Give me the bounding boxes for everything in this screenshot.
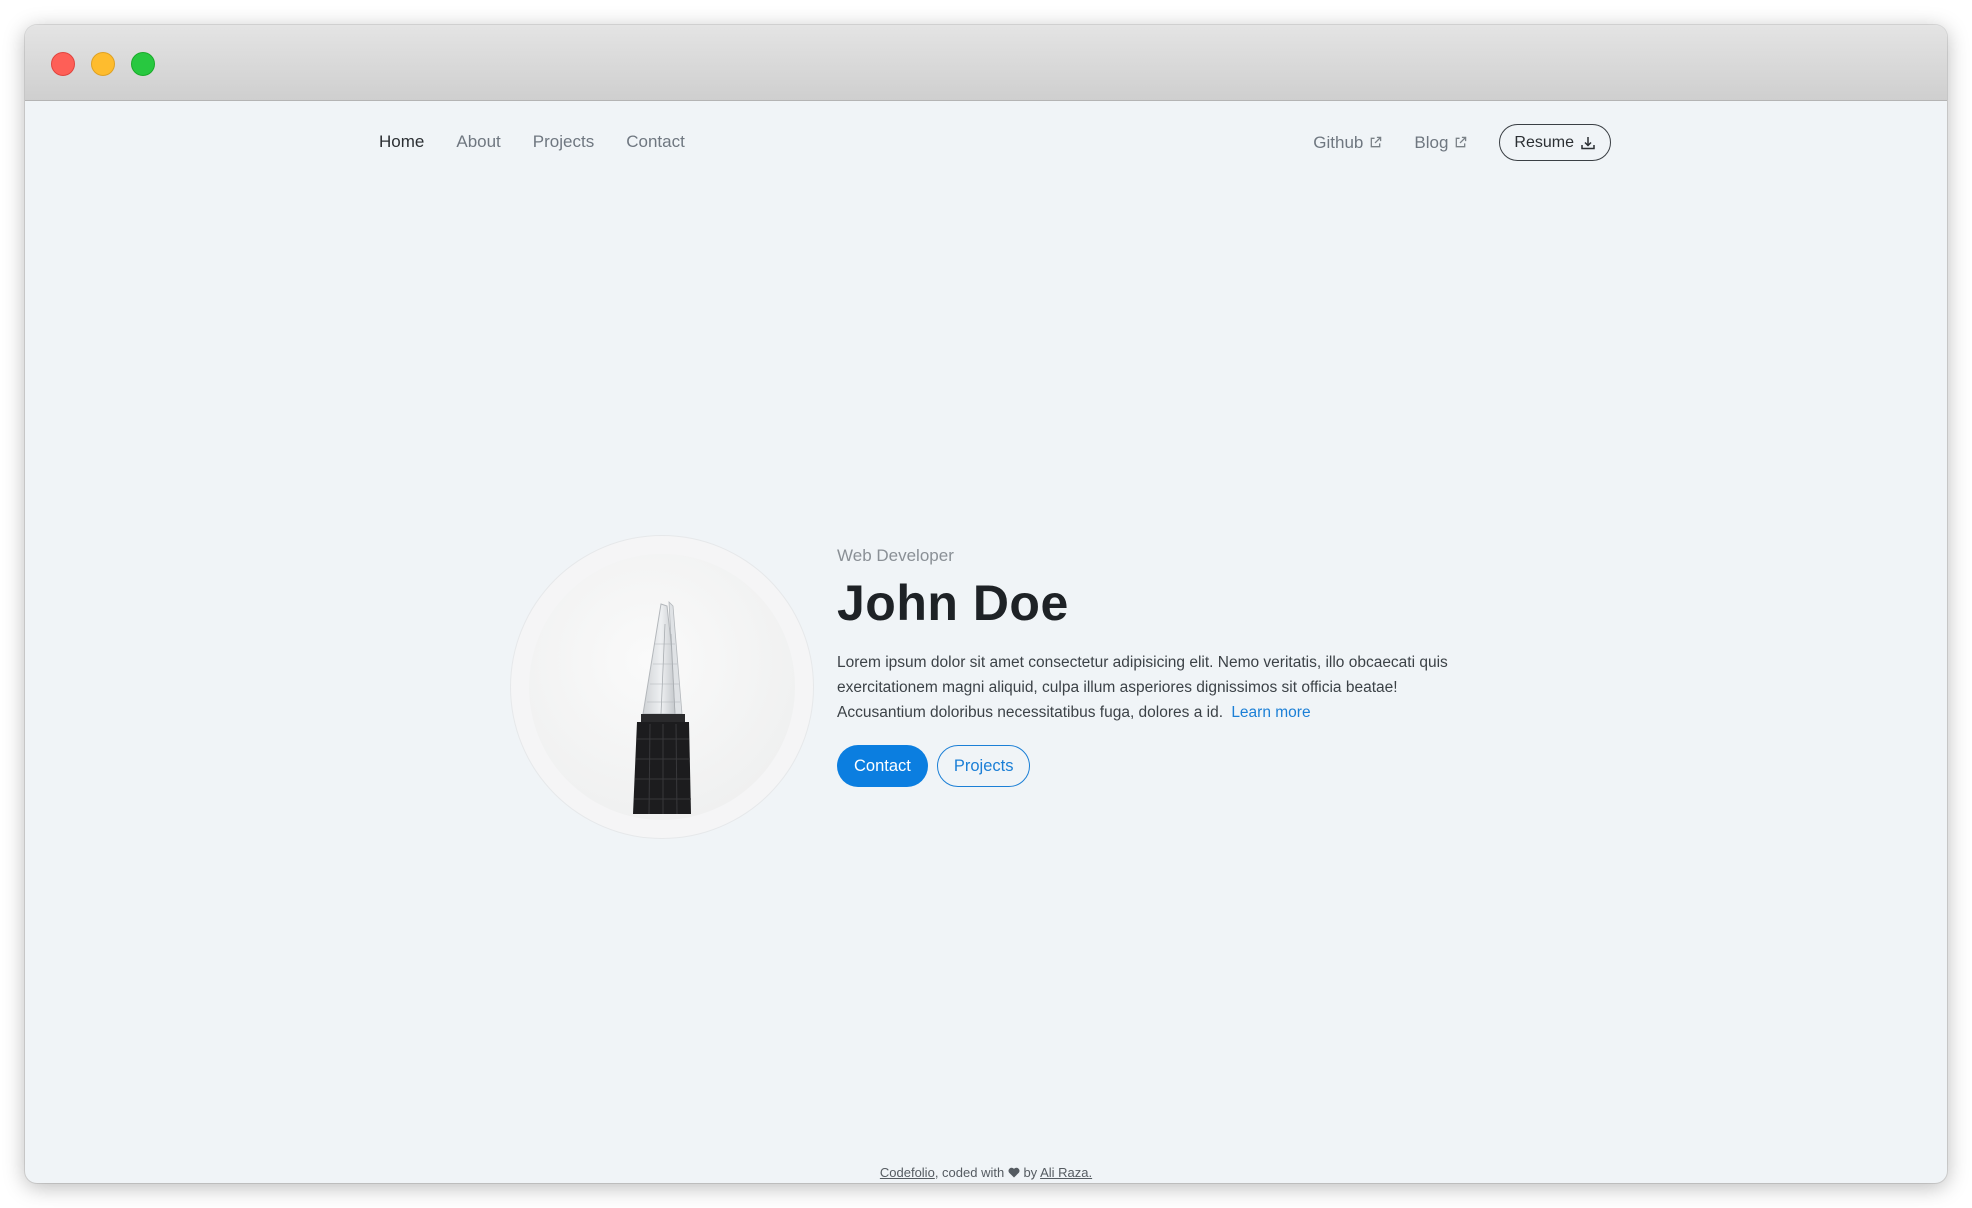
- browser-window: Home About Projects Contact Github Blog …: [25, 25, 1947, 1183]
- footer: Codefolio, coded with by Ali Raza.: [25, 1165, 1947, 1180]
- blog-link[interactable]: Blog: [1414, 133, 1467, 153]
- download-icon: [1581, 136, 1595, 149]
- resume-button[interactable]: Resume: [1499, 124, 1611, 161]
- hero-actions: Contact Projects: [837, 745, 1477, 787]
- minimize-window-button[interactable]: [91, 52, 115, 76]
- heart-icon: [1008, 1167, 1020, 1178]
- footer-site-link[interactable]: Codefolio: [880, 1165, 935, 1180]
- external-nav: Github Blog Resume: [1313, 124, 1611, 161]
- hero-intro: Web Developer John Doe Lorem ipsum dolor…: [837, 546, 1477, 787]
- projects-button[interactable]: Projects: [936, 745, 1031, 787]
- footer-coded-with: , coded with: [934, 1165, 1005, 1180]
- avatar-image: [529, 554, 795, 820]
- avatar: [511, 536, 813, 838]
- github-link[interactable]: Github: [1313, 133, 1382, 153]
- nav-home-link[interactable]: Home: [379, 132, 424, 152]
- learn-more-link[interactable]: Learn more: [1231, 704, 1310, 721]
- resume-button-label: Resume: [1514, 133, 1574, 151]
- nav-projects-link[interactable]: Projects: [533, 132, 594, 152]
- hero-subtitle: Web Developer: [837, 546, 954, 565]
- window-titlebar: [25, 25, 1947, 101]
- nav-contact-link[interactable]: Contact: [626, 132, 685, 152]
- footer-by: by: [1023, 1165, 1038, 1180]
- close-window-button[interactable]: [51, 52, 75, 76]
- maximize-window-button[interactable]: [131, 52, 155, 76]
- contact-button[interactable]: Contact: [837, 745, 928, 787]
- hero-description-text: Lorem ipsum dolor sit amet consectetur a…: [837, 654, 1448, 721]
- github-link-label: Github: [1313, 132, 1364, 152]
- page-content: Home About Projects Contact Github Blog …: [25, 102, 1947, 1183]
- external-link-icon: [1456, 136, 1467, 148]
- main-nav: Home About Projects Contact: [379, 132, 685, 152]
- hero-name: John Doe: [837, 575, 1069, 631]
- nav-about-link[interactable]: About: [456, 132, 500, 152]
- external-link-icon: [1371, 136, 1382, 148]
- skyscraper-image: [633, 600, 691, 815]
- blog-link-label: Blog: [1414, 132, 1449, 152]
- hero-description: Lorem ipsum dolor sit amet consectetur a…: [837, 650, 1477, 725]
- footer-author-link[interactable]: Ali Raza.: [1040, 1165, 1092, 1180]
